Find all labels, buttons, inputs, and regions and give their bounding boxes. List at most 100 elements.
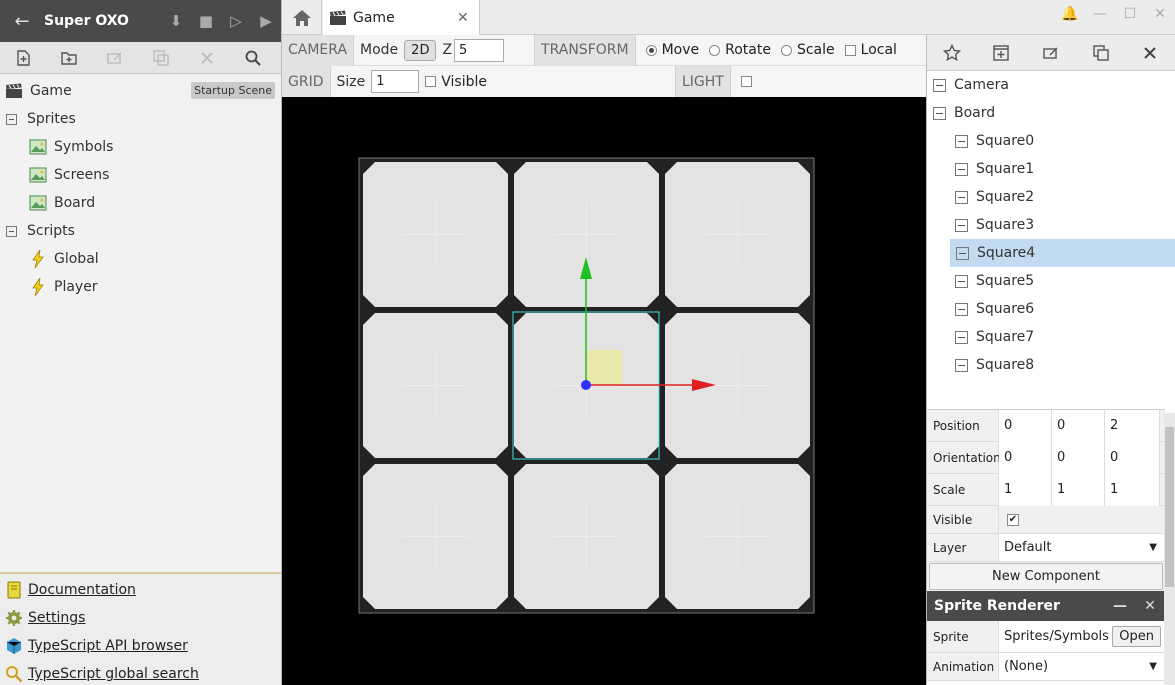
visible-checkbox-checked[interactable]: ✔ (1007, 513, 1019, 526)
z-input[interactable]: 5 (454, 38, 505, 62)
tree-item-global[interactable]: Global (0, 245, 281, 273)
layer-select[interactable]: Default ▼ (999, 534, 1165, 561)
actor-camera[interactable]: Camera (927, 71, 1175, 99)
play-icon[interactable]: ▶ (251, 12, 281, 30)
delete-button[interactable] (184, 42, 230, 74)
properties-scrollbar[interactable] (1164, 413, 1175, 685)
collapse-icon[interactable] (955, 358, 968, 372)
sprite-image-icon (28, 193, 48, 213)
actor-square0[interactable]: Square0 (927, 127, 1175, 155)
minimize-icon[interactable]: — (1085, 6, 1115, 22)
board-scene[interactable] (282, 97, 926, 685)
gizmo-plane-handle[interactable] (587, 350, 622, 385)
duplicate-actor-button[interactable] (1076, 35, 1126, 71)
collapse-icon[interactable] (955, 190, 968, 204)
scale-x-input[interactable]: 1 (999, 473, 1052, 506)
search-button[interactable] (230, 42, 276, 74)
sprite-path-input[interactable]: Sprites/Symbols (1004, 629, 1109, 644)
rename-button[interactable] (92, 42, 138, 74)
collapse-icon[interactable] (955, 330, 968, 344)
actor-square8[interactable]: Square8 (927, 351, 1175, 379)
back-arrow-icon[interactable]: ← (0, 11, 44, 32)
stop-icon[interactable]: ■ (191, 12, 221, 30)
orientation-x-input[interactable]: 0 (999, 441, 1052, 474)
collapse-icon[interactable] (6, 225, 17, 237)
scale-radio[interactable]: Scale (780, 42, 835, 58)
bell-icon[interactable]: 🔔 (1055, 6, 1085, 22)
remove-component-icon[interactable]: ✕ (1135, 598, 1165, 614)
tree-item-sprites[interactable]: Sprites (0, 105, 281, 133)
home-icon (292, 9, 311, 26)
home-tab[interactable] (282, 0, 322, 35)
actor-square3[interactable]: Square3 (927, 211, 1175, 239)
close-tab-icon[interactable]: ✕ (457, 10, 479, 26)
maximize-icon[interactable]: ☐ (1115, 6, 1145, 22)
open-sprite-button[interactable]: Open (1112, 626, 1161, 647)
startup-scene-badge: Startup Scene (191, 82, 275, 99)
local-checkbox[interactable]: Local (844, 42, 897, 58)
scale-z-input[interactable]: 1 (1105, 473, 1160, 506)
position-x-input[interactable]: 0 (999, 409, 1052, 442)
actor-square2[interactable]: Square2 (927, 183, 1175, 211)
new-folder-button[interactable] (46, 42, 92, 74)
duplicate-button[interactable] (138, 42, 184, 74)
collapse-icon[interactable] (955, 218, 968, 232)
new-actor-button[interactable] (977, 35, 1027, 71)
actor-square5[interactable]: Square5 (927, 267, 1175, 295)
collapse-icon[interactable] (955, 274, 968, 288)
tree-item-symbols[interactable]: Symbols (0, 133, 281, 161)
settings-link[interactable]: Settings (0, 604, 281, 632)
orientation-y-input[interactable]: 0 (1052, 441, 1105, 474)
tree-item-board[interactable]: Board (0, 189, 281, 217)
collapse-icon[interactable] (955, 162, 968, 176)
delete-actor-button[interactable] (1125, 35, 1175, 71)
actor-square6[interactable]: Square6 (927, 295, 1175, 323)
scene-viewport[interactable] (282, 97, 926, 685)
collapse-icon[interactable] (933, 106, 946, 120)
close-icon (201, 51, 213, 64)
animation-select[interactable]: (None) ▼ (999, 653, 1165, 680)
tree-item-scripts[interactable]: Scripts (0, 217, 281, 245)
grid-size-input[interactable]: 1 (371, 70, 420, 93)
mode-toggle-button[interactable]: 2D (404, 39, 437, 61)
actor-square4-selected[interactable]: Square4 (950, 239, 1175, 267)
lightning-icon (28, 249, 48, 269)
api-browser-link[interactable]: TypeScript API browser (0, 632, 281, 660)
scrollbar-thumb[interactable] (1165, 427, 1174, 587)
search-icon (245, 50, 261, 66)
documentation-link[interactable]: Documentation (0, 576, 281, 604)
collapse-icon[interactable] (956, 246, 969, 260)
collapse-icon[interactable] (6, 113, 17, 125)
orientation-z-input[interactable]: 0 (1105, 441, 1160, 474)
new-asset-button[interactable] (0, 42, 46, 74)
collapse-icon[interactable] (955, 134, 968, 148)
debug-play-icon[interactable]: ▷ (221, 12, 251, 30)
actor-square7[interactable]: Square7 (927, 323, 1175, 351)
tree-item-game[interactable]: Game Startup Scene (0, 77, 281, 105)
collapse-icon[interactable] (933, 78, 946, 92)
tab-game[interactable]: Game ✕ (323, 0, 480, 36)
grid-visible-checkbox[interactable]: Visible (425, 74, 487, 90)
download-icon[interactable]: ⬇ (161, 12, 191, 30)
rename-actor-button[interactable] (1026, 35, 1076, 71)
light-checkbox[interactable] (740, 76, 757, 87)
sprite-row: Sprite Sprites/Symbols Open (927, 621, 1165, 653)
collapse-icon[interactable] (955, 302, 968, 316)
tree-item-screens[interactable]: Screens (0, 161, 281, 189)
position-z-input[interactable]: 2 (1105, 409, 1160, 442)
gizmo-center[interactable] (581, 380, 591, 390)
rotate-radio[interactable]: Rotate (709, 42, 771, 58)
new-prefab-button[interactable] (927, 35, 977, 71)
actor-label: Square0 (976, 133, 1035, 149)
new-component-button[interactable]: New Component (929, 563, 1163, 590)
move-radio[interactable]: Move (645, 42, 699, 58)
actor-board[interactable]: Board (927, 99, 1175, 127)
collapse-component-icon[interactable]: — (1105, 598, 1135, 614)
tree-item-player[interactable]: Player (0, 273, 281, 301)
position-y-input[interactable]: 0 (1052, 409, 1105, 442)
global-search-link[interactable]: TypeScript global search (0, 660, 281, 685)
actor-square1[interactable]: Square1 (927, 155, 1175, 183)
light-section-label: LIGHT (674, 66, 731, 97)
scale-y-input[interactable]: 1 (1052, 473, 1105, 506)
close-window-icon[interactable]: ✕ (1145, 6, 1175, 22)
